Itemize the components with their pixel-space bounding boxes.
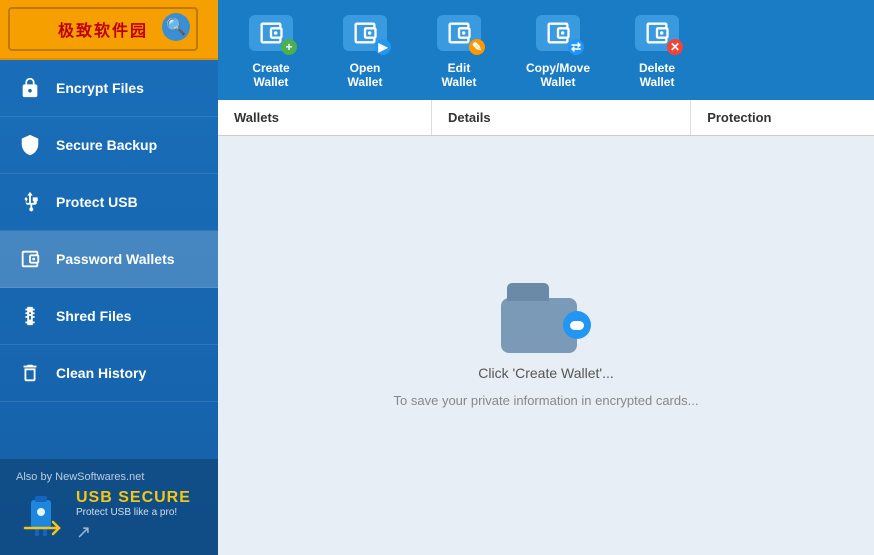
sidebar-item-password-wallets[interactable]: Password Wallets (0, 231, 218, 288)
sidebar-item-shred-files[interactable]: Shred Files (0, 288, 218, 345)
logo-box: 极致软件园 🔍 (8, 7, 198, 51)
edit-wallet-badge: ✎ (469, 39, 485, 55)
main-area: + CreateWallet ▶ OpenWallet ✎ EditWall (218, 0, 874, 555)
footer-brand-sub: Protect USB like a pro! (76, 507, 191, 518)
sidebar-label-secure-backup: Secure Backup (56, 137, 157, 153)
create-wallet-label: CreateWallet (252, 61, 289, 90)
create-wallet-button[interactable]: + CreateWallet (226, 0, 316, 100)
table-header: Wallets Details Protection (218, 100, 874, 136)
shield-icon (16, 131, 44, 159)
footer-also-text: Also by NewSoftwares.net (16, 471, 202, 483)
placeholder-wallet-icon (501, 283, 591, 353)
copy-move-wallet-label: Copy/MoveWallet (526, 61, 590, 90)
sidebar-item-encrypt-files[interactable]: Encrypt Files (0, 60, 218, 117)
logo-area: 极致软件园 🔍 (0, 0, 218, 60)
column-wallets: Wallets (218, 100, 432, 135)
toolbar: + CreateWallet ▶ OpenWallet ✎ EditWall (218, 0, 874, 100)
edit-wallet-button[interactable]: ✎ EditWallet (414, 0, 504, 100)
footer-brand-name: USB SECURE (76, 489, 191, 507)
column-protection: Protection (691, 100, 874, 135)
sidebar-label-encrypt-files: Encrypt Files (56, 80, 144, 96)
edit-wallet-label: EditWallet (442, 61, 477, 90)
placeholder-line1: Click 'Create Wallet'... (478, 365, 614, 381)
placeholder-line2: To save your private information in encr… (394, 393, 699, 408)
create-wallet-icon: + (249, 11, 293, 55)
logo-text: 极致软件园 (58, 17, 148, 41)
footer-arrow-icon: ↗ (76, 522, 191, 543)
lock-icon (16, 74, 44, 102)
footer-brand-text: USB SECURE Protect USB like a pro! ↗ (76, 489, 191, 543)
wallet-icon (16, 245, 44, 273)
delete-wallet-icon: ✕ (635, 11, 679, 55)
open-wallet-label: OpenWallet (348, 61, 383, 90)
shred-icon (16, 302, 44, 330)
clean-icon (16, 359, 44, 387)
content-area: Click 'Create Wallet'... To save your pr… (218, 136, 874, 555)
sidebar-label-clean-history: Clean History (56, 365, 146, 381)
copy-move-wallet-icon: ⇄ (536, 11, 580, 55)
edit-wallet-icon: ✎ (437, 11, 481, 55)
sidebar-footer: Also by NewSoftwares.net USB SECURE Prot… (0, 459, 218, 555)
logo-search-icon: 🔍 (162, 13, 190, 41)
delete-wallet-button[interactable]: ✕ DeleteWallet (612, 0, 702, 100)
create-wallet-badge: + (281, 39, 297, 55)
delete-wallet-label: DeleteWallet (639, 61, 675, 90)
column-details: Details (432, 100, 691, 135)
usb-secure-icon (16, 491, 66, 541)
sidebar-item-protect-usb[interactable]: Protect USB (0, 174, 218, 231)
open-wallet-icon: ▶ (343, 11, 387, 55)
sidebar-label-protect-usb: Protect USB (56, 194, 138, 210)
sidebar-item-secure-backup[interactable]: Secure Backup (0, 117, 218, 174)
footer-brand: USB SECURE Protect USB like a pro! ↗ (16, 489, 202, 543)
open-wallet-badge: ▶ (375, 39, 391, 55)
sidebar-label-shred-files: Shred Files (56, 308, 131, 324)
delete-wallet-badge: ✕ (667, 39, 683, 55)
copy-move-wallet-badge: ⇄ (568, 39, 584, 55)
copy-move-wallet-button[interactable]: ⇄ Copy/MoveWallet (508, 0, 608, 100)
wallet-placeholder: Click 'Create Wallet'... To save your pr… (394, 283, 699, 408)
usb-icon (16, 188, 44, 216)
sidebar-label-password-wallets: Password Wallets (56, 251, 175, 267)
sidebar-item-clean-history[interactable]: Clean History (0, 345, 218, 402)
sidebar: 极致软件园 🔍 Encrypt Files Secure Backup Prot… (0, 0, 218, 555)
open-wallet-button[interactable]: ▶ OpenWallet (320, 0, 410, 100)
